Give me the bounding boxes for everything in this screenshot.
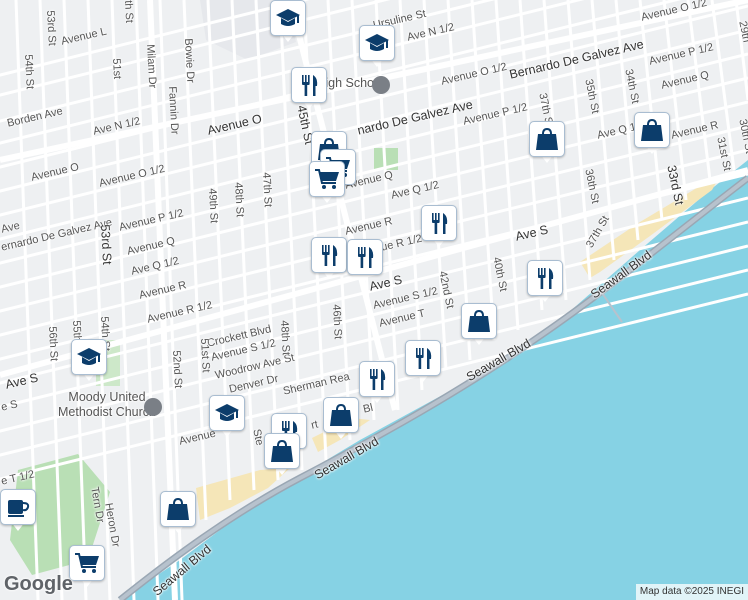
- school-icon: [77, 348, 101, 365]
- pin-school-top[interactable]: [270, 0, 306, 44]
- pin-shop-34th[interactable]: [634, 112, 670, 156]
- street-label: Fannin Dr: [166, 86, 181, 135]
- shopping-bag-icon: [536, 127, 558, 150]
- pin-restaurant-r-half[interactable]: [347, 239, 383, 283]
- pin-restaurant-ball[interactable]: [291, 67, 327, 111]
- street-label: 49th St: [206, 188, 220, 224]
- street-label: 46th St: [330, 304, 344, 340]
- pin-restaurant-sherman[interactable]: [359, 361, 395, 405]
- street-label: 48th St: [278, 320, 292, 356]
- street-label: 51st: [110, 58, 124, 80]
- shopping-cart-icon: [75, 553, 99, 573]
- pin-shop-beach[interactable]: [160, 491, 196, 535]
- pin-shop-blvd[interactable]: [323, 397, 359, 441]
- school-icon: [276, 9, 300, 26]
- street-label: 53rd St: [44, 10, 58, 47]
- restaurant-icon: [538, 268, 554, 289]
- pin-restaurant-ave-s[interactable]: [527, 260, 563, 304]
- shopping-bag-icon: [167, 497, 189, 520]
- shopping-bag-icon: [468, 309, 490, 332]
- pin-restaurant-46th[interactable]: [311, 237, 347, 281]
- street-label: 52nd St: [170, 350, 184, 389]
- school-emblem-icon: [372, 76, 390, 94]
- restaurant-icon: [416, 348, 432, 369]
- shopping-bag-icon: [330, 403, 352, 426]
- poi-label-moody-church[interactable]: Moody United Methodist Church: [58, 390, 156, 420]
- restaurant-icon: [370, 369, 386, 390]
- pin-cart-avenue-q[interactable]: [309, 161, 345, 205]
- street-label: 54th St: [22, 54, 36, 90]
- pin-school-54th[interactable]: [71, 339, 107, 383]
- map-attribution[interactable]: Map data ©2025 INEGI: [635, 584, 748, 600]
- school-icon: [215, 404, 239, 421]
- street-label: th St: [122, 0, 136, 24]
- restaurant-icon: [432, 213, 448, 234]
- pin-school-ursuline[interactable]: [359, 25, 395, 69]
- shopping-cart-icon: [315, 169, 339, 189]
- street-label: 51st St: [198, 338, 212, 373]
- pin-coffee-left[interactable]: [0, 489, 36, 533]
- pin-restaurant-seawall[interactable]: [405, 340, 441, 384]
- pin-shop-37th[interactable]: [529, 121, 565, 165]
- restaurant-icon: [358, 247, 374, 268]
- restaurant-icon: [302, 75, 318, 96]
- street-label: Milam Dr: [144, 44, 159, 89]
- street-label: Bowie Dr: [182, 38, 197, 84]
- street-label: 53rd St: [98, 224, 115, 265]
- map-view[interactable]: Ursuline St Ave N 1/2 Avenue O 1/2 Avenu…: [0, 0, 748, 600]
- street-label: 48th St: [232, 182, 246, 218]
- pin-restaurant-q-half[interactable]: [421, 205, 457, 249]
- street-label: 47th St: [260, 172, 274, 208]
- pin-school-avenue-u[interactable]: [209, 395, 245, 439]
- pin-shop-seawall-low[interactable]: [264, 433, 300, 477]
- coffee-icon: [8, 500, 30, 517]
- school-icon: [365, 34, 389, 51]
- shopping-bag-icon: [641, 118, 663, 141]
- street-label: 56th St: [46, 326, 60, 362]
- google-logo: Google: [4, 573, 73, 595]
- restaurant-icon: [322, 245, 338, 266]
- church-icon: [144, 398, 162, 416]
- shopping-bag-icon: [271, 439, 293, 462]
- pin-shop-42nd[interactable]: [461, 303, 497, 347]
- pin-cart-bottom[interactable]: [69, 545, 105, 589]
